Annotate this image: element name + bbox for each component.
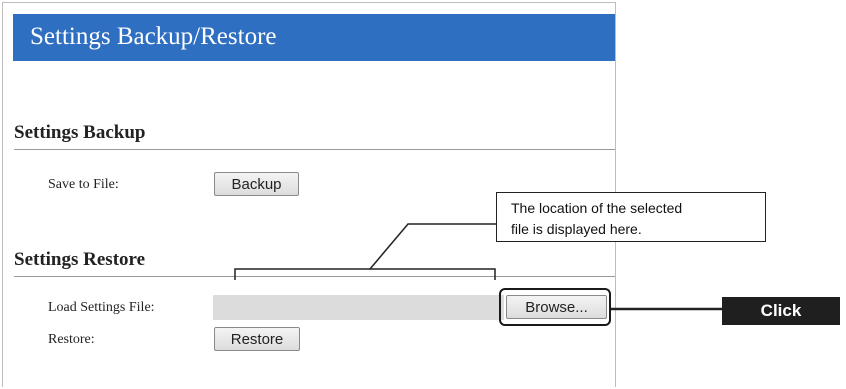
restore-button[interactable]: Restore [214,327,300,351]
restore-label: Restore: [48,332,95,347]
backup-button[interactable]: Backup [214,172,299,196]
restore-section-divider [14,276,615,277]
settings-file-path-field[interactable] [213,295,504,320]
annotation-callout: The location of the selected file is dis… [496,192,766,242]
click-annotation-label: Click [722,297,840,325]
page-title: Settings Backup/Restore [30,23,277,50]
callout-text-line-1: The location of the selected [511,200,683,216]
browse-highlight-ring [499,288,611,326]
restore-section-heading: Settings Restore [14,249,146,270]
save-to-file-label: Save to File: [48,177,119,192]
callout-text-line-2: file is displayed here. [511,221,642,237]
backup-section-divider [14,149,615,150]
title-bar: Settings Backup/Restore [13,14,615,61]
backup-section-heading: Settings Backup [14,122,146,143]
load-settings-file-label: Load Settings File: [48,300,155,315]
